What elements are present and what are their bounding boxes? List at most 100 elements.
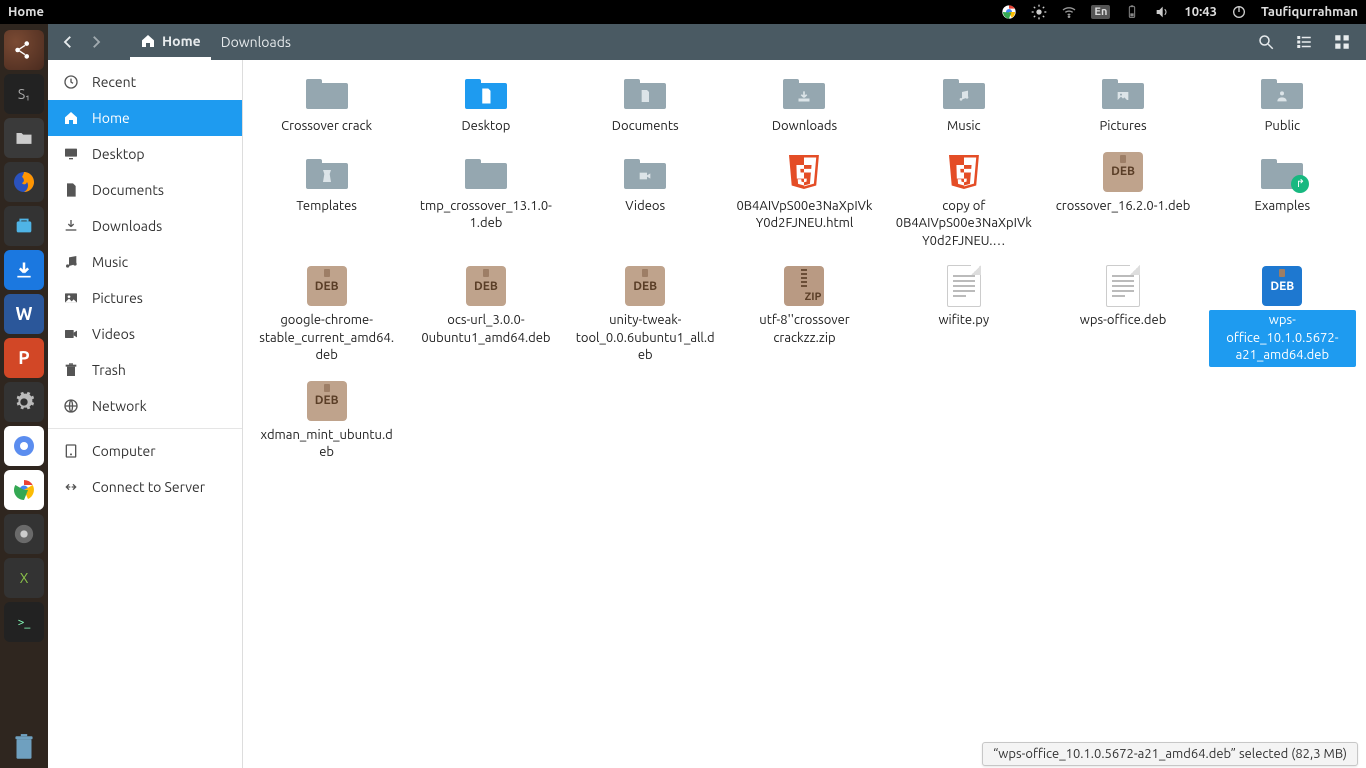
sidebar-item-desktop[interactable]: Desktop [48,136,242,172]
user-name[interactable]: Taufiqurrahman [1261,5,1358,19]
file-item[interactable]: DEBcrossover_16.2.0-1.deb [1043,148,1202,257]
sidebar-item-label: Recent [92,74,136,90]
sidebar-item-label: Trash [92,362,126,378]
sidebar-item-label: Connect to Server [92,479,205,495]
pictures-icon [62,289,80,307]
power-icon[interactable] [1231,4,1247,20]
file-label: wps-office_10.1.0.5672-a21_amd64.deb [1209,310,1356,367]
file-item[interactable]: wps-office.deb [1043,262,1202,371]
sidebar-item-connect-to-server[interactable]: Connect to Server [48,469,242,505]
computer-icon [62,442,80,460]
launcher-spreadsheet[interactable]: X [4,558,44,598]
launcher-trash[interactable] [4,728,44,768]
sidebar-item-videos[interactable]: Videos [48,316,242,352]
file-item[interactable]: copy of 0B4AIVpS00e3NaXpIVkY0d2FJNEU.… [884,148,1043,257]
file-item[interactable]: Documents [566,68,725,142]
file-item[interactable]: Crossover crack [247,68,406,142]
launcher-terminal[interactable]: >_ [4,602,44,642]
content-area[interactable]: Crossover crack Desktop Documents Downloads… [243,60,1366,768]
launcher-files[interactable] [4,118,44,158]
file-label: utf-8''crossover crackzz.zip [731,310,878,349]
folder-icon: ↱ [1258,152,1306,192]
clock-icon [62,73,80,91]
file-item[interactable]: Desktop [406,68,565,142]
file-item[interactable]: ZIPutf-8''crossover crackzz.zip [725,262,884,371]
file-item[interactable]: Templates [247,148,406,257]
file-manager-window: Home Downloads RecentHomeDesktopDocument… [48,24,1366,768]
file-label: Desktop [458,116,515,138]
forward-button[interactable] [82,28,110,56]
file-item[interactable]: Music [884,68,1043,142]
brightness-icon[interactable] [1031,4,1047,20]
sidebar-item-computer[interactable]: Computer [48,433,242,469]
folder-icon [1099,72,1147,112]
file-item[interactable]: tmp_crossover_13.1.0-1.deb [406,148,565,257]
file-label: Templates [292,196,361,218]
file-item[interactable]: Pictures [1043,68,1202,142]
battery-icon[interactable] [1124,4,1140,20]
sidebar-item-pictures[interactable]: Pictures [48,280,242,316]
text-file-icon [1099,266,1147,306]
sidebar-item-recent[interactable]: Recent [48,64,242,100]
launcher-help[interactable] [4,514,44,554]
launcher-presentation[interactable]: P [4,338,44,378]
file-item[interactable]: wifite.py [884,262,1043,371]
launcher-sublime[interactable]: S₁ [4,74,44,114]
documents-icon [62,181,80,199]
sidebar-item-network[interactable]: Network [48,388,242,424]
volume-icon[interactable] [1154,4,1170,20]
breadcrumb-home[interactable]: Home [130,24,211,60]
file-item[interactable]: Videos [566,148,725,257]
sidebar-item-trash[interactable]: Trash [48,352,242,388]
sidebar-item-label: Network [92,398,147,414]
trash-icon [62,361,80,379]
launcher-downloader[interactable] [4,250,44,290]
sidebar-item-label: Pictures [92,290,143,306]
file-item[interactable]: DEBxdman_mint_ubuntu.deb [247,377,406,468]
unity-launcher: S₁ W P X >_ [0,24,48,768]
file-item[interactable]: 0B4AIVpS00e3NaXpIVkY0d2FJNEU.html [725,148,884,257]
launcher-firefox[interactable] [4,162,44,202]
folder-icon [621,152,669,192]
downloads-icon [62,217,80,235]
launcher-settings[interactable] [4,382,44,422]
launcher-writer[interactable]: W [4,294,44,334]
chrome-indicator-icon[interactable] [1001,4,1017,20]
toolbar: Home Downloads [48,24,1366,60]
sidebar: Recent HomeDesktopDocumentsDownloads Music… [48,60,243,768]
file-label: 0B4AIVpS00e3NaXpIVkY0d2FJNEU.html [731,196,878,235]
file-label: Documents [608,116,683,138]
folder-icon [303,72,351,112]
sidebar-item-label: Music [92,254,128,270]
sidebar-item-documents[interactable]: Documents [48,172,242,208]
view-grid-button[interactable] [1332,32,1352,52]
folder-icon [780,72,828,112]
launcher-software[interactable] [4,206,44,246]
view-list-button[interactable] [1294,32,1314,52]
sidebar-item-home[interactable]: Home [48,100,242,136]
window-title: Home [8,5,44,19]
wifi-icon[interactable] [1061,4,1077,20]
launcher-chrome[interactable] [4,470,44,510]
music-icon [62,253,80,271]
file-item[interactable]: Public [1203,68,1362,142]
launcher-dash[interactable] [4,30,44,70]
deb-package-icon: DEB [1099,152,1147,192]
sidebar-item-label: Computer [92,443,156,459]
sidebar-item-downloads[interactable]: Downloads [48,208,242,244]
sidebar-item-music[interactable]: Music [48,244,242,280]
launcher-chromium[interactable] [4,426,44,466]
file-label: Music [943,116,985,138]
keyboard-indicator[interactable]: En [1091,5,1110,19]
back-button[interactable] [54,28,82,56]
file-item[interactable]: DEBunity-tweak-tool_0.0.6ubuntu1_all.deb [566,262,725,371]
search-button[interactable] [1256,32,1276,52]
file-item[interactable]: ↱Examples [1203,148,1362,257]
file-item[interactable]: DEBgoogle-chrome-stable_current_amd64.de… [247,262,406,371]
connect-icon [62,478,80,496]
file-item[interactable]: DEBwps-office_10.1.0.5672-a21_amd64.deb [1203,262,1362,371]
breadcrumb-downloads[interactable]: Downloads [211,24,301,60]
clock[interactable]: 10:43 [1184,5,1217,19]
file-item[interactable]: Downloads [725,68,884,142]
file-item[interactable]: DEBocs-url_3.0.0-0ubuntu1_amd64.deb [406,262,565,371]
